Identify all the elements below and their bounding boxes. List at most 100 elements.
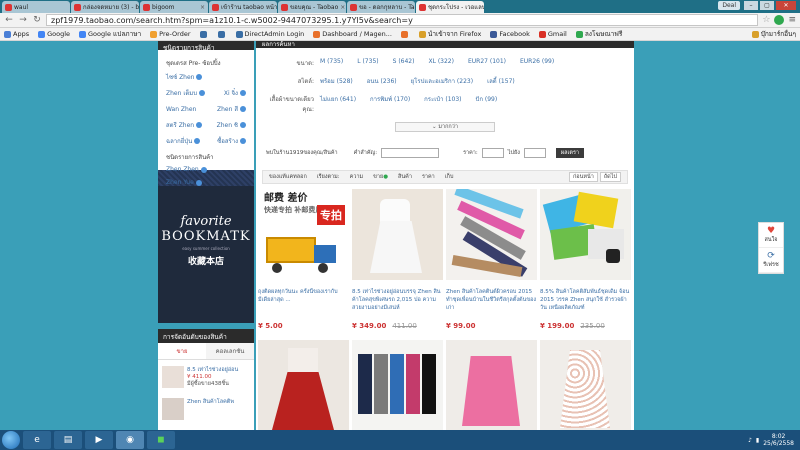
product-thumbnail[interactable] bbox=[352, 189, 443, 280]
more-filters-button[interactable]: ⌄ มากกว่า bbox=[395, 122, 495, 132]
ranking-item-title[interactable]: 8.5 เท่าไรช่วงอยู่อ่อน bbox=[187, 366, 238, 374]
bookmark-item[interactable]: นำเข้าจาก Firefox bbox=[418, 29, 481, 39]
all-items-label[interactable]: ของแท้แคทลอก bbox=[269, 173, 307, 181]
close-tab-icon[interactable]: × bbox=[340, 4, 345, 11]
product-title[interactable]: Zhen สินค้าโลคตินต์ผิวครอบ 2015 ทำชุดเพื… bbox=[446, 288, 537, 314]
tab-sales[interactable]: ขาย bbox=[158, 343, 206, 359]
filter-value-link[interactable]: ยุโรปและอเมริกา (223) bbox=[411, 76, 473, 86]
category-link[interactable]: สตรี Zhen bbox=[166, 120, 203, 130]
browser-tab[interactable]: ขอบคุณ - Taobao × bbox=[278, 1, 346, 13]
explorer-taskbar-icon[interactable]: ▤ bbox=[54, 431, 82, 449]
url-input[interactable]: zpf1979.taobao.com/search.htm?spm=a1z10.… bbox=[46, 14, 759, 26]
filter-value-link[interactable]: EUR26 (99) bbox=[520, 58, 554, 68]
network-icon[interactable]: ▮ bbox=[756, 437, 759, 444]
category-link[interactable]: Zhen สี bbox=[217, 104, 246, 114]
bookmark-item[interactable]: Dashboard / Magen... bbox=[313, 30, 392, 38]
filter-value-link[interactable]: S (642) bbox=[393, 58, 415, 68]
search-button[interactable]: ผลเตรา bbox=[555, 148, 585, 158]
filter-value-link[interactable]: ปัก (99) bbox=[476, 94, 498, 114]
browser-user-badge[interactable]: Deal bbox=[718, 1, 740, 10]
favorite-shop-banner[interactable]: favorite BOOKMATK easy summer collection… bbox=[158, 186, 254, 323]
category-link[interactable]: Zhen Zhen bbox=[166, 166, 207, 173]
category-group-title[interactable]: ชนิดรายการสินค้า bbox=[166, 152, 246, 162]
category-link[interactable]: Zhen ชิ bbox=[217, 120, 246, 130]
favorite-shortcut[interactable]: ♥ สนใจ bbox=[759, 223, 783, 248]
bookmark-item[interactable]: DirectAdmin Login bbox=[235, 30, 304, 38]
bookmark-item[interactable]: ลงโฆษณาฟรี bbox=[575, 29, 622, 39]
filter-value-link[interactable]: XL (322) bbox=[428, 58, 454, 68]
product-card[interactable] bbox=[446, 340, 537, 430]
sort-option[interactable]: เก็บ bbox=[445, 173, 454, 181]
tab-collection[interactable]: คอลเลกชัน bbox=[206, 343, 254, 359]
product-thumbnail[interactable] bbox=[352, 340, 443, 430]
ranking-thumbnail[interactable] bbox=[162, 366, 184, 388]
ranking-thumbnail[interactable] bbox=[162, 398, 184, 420]
keyword-input[interactable] bbox=[381, 148, 440, 158]
chrome-taskbar-icon[interactable]: ◉ bbox=[116, 431, 144, 449]
product-thumbnail[interactable] bbox=[540, 189, 631, 280]
start-button-icon[interactable] bbox=[2, 431, 20, 449]
product-title[interactable]: 8.5% สินค้าโลคติสัมพันธ์ชุดเดิม จ้อน 201… bbox=[540, 288, 631, 314]
product-card[interactable]: 邮费 差价 快递专拍 补邮费用 专拍 ถุงติดผลทุกวันนะ ครั้งนี… bbox=[258, 189, 349, 330]
category-link[interactable]: Zhen เต็มบ bbox=[166, 88, 206, 98]
price-min-input[interactable] bbox=[481, 148, 504, 158]
extension-icon[interactable] bbox=[774, 15, 785, 25]
bookmark-item[interactable]: Apps bbox=[4, 30, 29, 38]
browser-menu-icon[interactable]: ≡ bbox=[788, 15, 796, 25]
category-group-title[interactable]: ชุดเดรส Pre- ซ้อปปิ้ง bbox=[166, 58, 246, 68]
bookmark-item[interactable]: Google แปลภาษา bbox=[79, 29, 141, 39]
product-thumbnail[interactable] bbox=[258, 340, 349, 430]
ie-taskbar-icon[interactable]: e bbox=[23, 431, 51, 449]
category-link[interactable]: Wan Zhen bbox=[166, 104, 196, 114]
price-max-input[interactable] bbox=[523, 148, 546, 158]
close-tab-icon[interactable]: × bbox=[200, 4, 205, 11]
category-link[interactable]: ฉลากยี่ปุ่น bbox=[166, 136, 201, 146]
prev-page-button[interactable]: ก่อนหน้า bbox=[568, 172, 598, 182]
category-link[interactable]: Zhen Yue bbox=[166, 179, 202, 186]
product-title[interactable]: 8.5 เท่าไรช่วงอยู่อ่อนบรรจุ Zhen สินค้าโ… bbox=[352, 288, 443, 314]
browser-tab[interactable]: bigoom × bbox=[140, 1, 208, 13]
bookmark-item[interactable]: Pre-Order bbox=[150, 30, 191, 38]
back-arrow-icon[interactable]: ← bbox=[4, 15, 14, 25]
filter-value-link[interactable]: ไม่แยก (641) bbox=[320, 94, 356, 114]
sort-option[interactable]: ราคา bbox=[422, 173, 435, 181]
product-card[interactable] bbox=[352, 340, 443, 430]
ranking-item[interactable]: Zhen สินค้าโลคติพ bbox=[158, 392, 254, 424]
product-card[interactable] bbox=[540, 340, 631, 430]
product-thumbnail[interactable] bbox=[540, 340, 631, 430]
sort-option[interactable]: สินค้า bbox=[398, 173, 412, 181]
bookmark-item[interactable]: Facebook bbox=[490, 30, 530, 38]
category-link[interactable]: Xi จิ๋ง bbox=[224, 88, 246, 98]
bookmark-item[interactable] bbox=[199, 30, 209, 38]
media-player-taskbar-icon[interactable]: ▶ bbox=[85, 431, 113, 449]
filter-value-link[interactable]: EUR27 (101) bbox=[468, 58, 506, 68]
ranking-item[interactable]: 8.5 เท่าไรช่วงอยู่อ่อน ¥ 411.00 มีผู้ซื้… bbox=[158, 360, 254, 392]
clock[interactable]: 8:02 25/6/2558 bbox=[763, 433, 794, 447]
filter-value-link[interactable]: กระเป๋า (103) bbox=[424, 94, 461, 114]
bookmark-star-icon[interactable]: ☆ bbox=[762, 15, 770, 25]
filter-value-link[interactable]: L (735) bbox=[357, 58, 378, 68]
sort-option[interactable]: ความ bbox=[350, 173, 363, 181]
bookmark-item[interactable]: Google bbox=[38, 30, 70, 38]
sort-option[interactable]: ขาย● bbox=[373, 173, 388, 181]
forward-arrow-icon[interactable]: → bbox=[18, 15, 28, 25]
next-page-button[interactable]: ถัดไป bbox=[599, 172, 621, 182]
maximize-icon[interactable]: ▢ bbox=[760, 1, 774, 10]
category-link[interactable]: ซื้อสร้าง bbox=[217, 136, 246, 146]
minimize-icon[interactable]: – bbox=[744, 1, 758, 10]
speaker-icon[interactable]: ♪ bbox=[748, 437, 752, 444]
product-card[interactable]: 8.5% สินค้าโลคติสัมพันธ์ชุดเดิม จ้อน 201… bbox=[540, 189, 631, 330]
product-card[interactable] bbox=[258, 340, 349, 430]
product-card[interactable]: Zhen สินค้าโลคตินต์ผิวครอบ 2015 ทำชุดเพื… bbox=[446, 189, 537, 330]
product-card[interactable]: 8.5 เท่าไรช่วงอยู่อ่อนบรรจุ Zhen สินค้าโ… bbox=[352, 189, 443, 330]
refresh-shortcut[interactable]: ⟳ รีเฟรช bbox=[759, 248, 783, 273]
product-thumbnail[interactable]: 邮费 差价 快递专拍 补邮费用 专拍 bbox=[258, 189, 349, 280]
bookmark-item[interactable]: บุ๊กมาร์กอื่นๆ bbox=[751, 29, 796, 39]
filter-value-link[interactable]: เลดี้ (157) bbox=[487, 76, 515, 86]
filter-value-link[interactable]: อนน (236) bbox=[367, 76, 397, 86]
filter-value-link[interactable]: พร้อม (528) bbox=[320, 76, 353, 86]
browser-tab[interactable]: waul bbox=[2, 1, 70, 13]
filter-value-link[interactable]: การพิมพ์ (170) bbox=[370, 94, 410, 114]
product-title[interactable]: ถุงติดผลทุกวันนะ ครั้งนี้ของเรากับมีเดีย… bbox=[258, 288, 349, 314]
browser-tab[interactable]: ขอ - ดอกกุหลาบ - Taobao× bbox=[347, 1, 415, 13]
